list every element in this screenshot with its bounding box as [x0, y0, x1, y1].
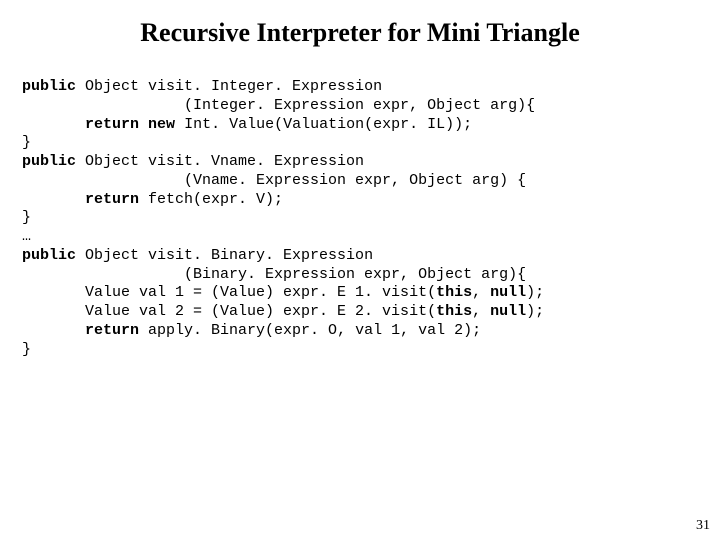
kw-public: public	[22, 153, 76, 170]
code-text: Object visit. Vname. Expression	[76, 153, 364, 170]
code-text: ,	[472, 284, 490, 301]
code-text: Object visit. Binary. Expression	[76, 247, 373, 264]
code-text: }	[22, 209, 31, 226]
code-text: apply. Binary(expr. O, val 1, val 2);	[139, 322, 481, 339]
kw-this: this	[436, 284, 472, 301]
code-text: …	[22, 228, 31, 245]
code-text: (Binary. Expression expr, Object arg){	[22, 266, 526, 283]
code-text: fetch(expr. V);	[139, 191, 283, 208]
kw-return: return	[85, 322, 139, 339]
page-number: 31	[696, 518, 710, 534]
code-text	[22, 322, 85, 339]
kw-null: null	[490, 284, 526, 301]
kw-new: new	[148, 116, 175, 133]
kw-null: null	[490, 303, 526, 320]
kw-public: public	[22, 78, 76, 95]
code-text: );	[526, 284, 544, 301]
code-text: Object visit. Integer. Expression	[76, 78, 382, 95]
slide-title: Recursive Interpreter for Mini Triangle	[0, 0, 720, 48]
code-text: Int. Value(Valuation(expr. IL));	[175, 116, 472, 133]
code-text: }	[22, 341, 31, 358]
code-text: (Vname. Expression expr, Object arg) {	[22, 172, 526, 189]
kw-return: return	[85, 191, 139, 208]
kw-this: this	[436, 303, 472, 320]
code-text: (Integer. Expression expr, Object arg){	[22, 97, 535, 114]
code-text: ,	[472, 303, 490, 320]
kw-return: return	[85, 116, 139, 133]
code-text: );	[526, 303, 544, 320]
code-text	[22, 116, 85, 133]
code-text: }	[22, 134, 31, 151]
code-text	[22, 191, 85, 208]
kw-public: public	[22, 247, 76, 264]
code-text: Value val 2 = (Value) expr. E 2. visit(	[22, 303, 436, 320]
code-block: public Object visit. Integer. Expression…	[0, 48, 720, 359]
code-text: Value val 1 = (Value) expr. E 1. visit(	[22, 284, 436, 301]
